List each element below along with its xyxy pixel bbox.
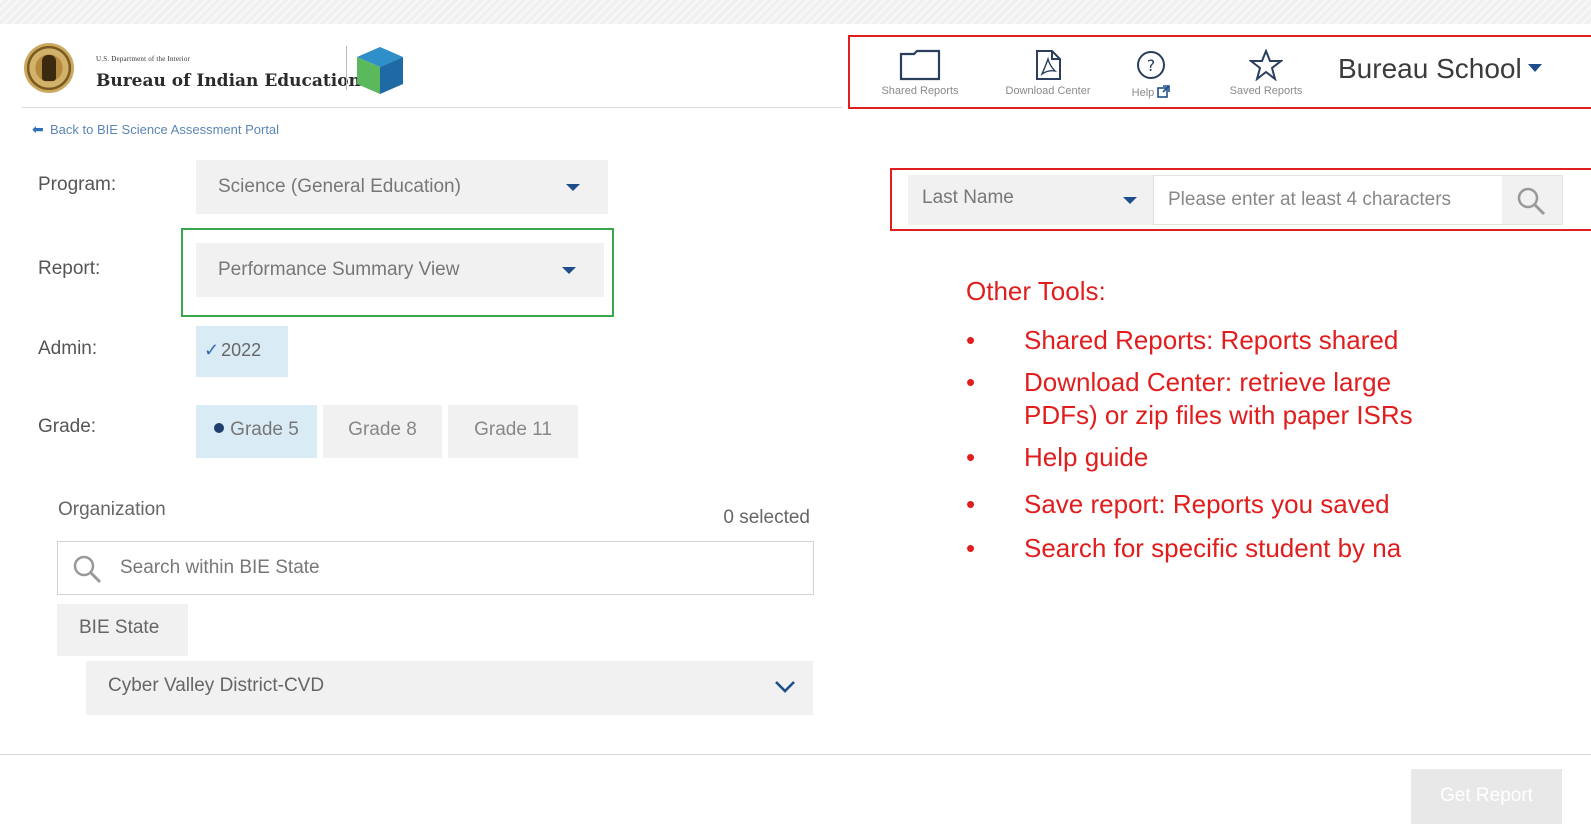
organization-selected-count: 0 selected <box>723 507 810 528</box>
grade-5-option[interactable]: Grade 5 <box>196 405 317 458</box>
grade-5-label: Grade 5 <box>230 419 299 440</box>
svg-text:?: ? <box>1147 56 1156 75</box>
grade-label: Grade: <box>38 416 97 437</box>
chevron-down-icon <box>775 681 795 693</box>
arrow-left-icon: ⬅ <box>32 121 44 137</box>
user-menu-label: Bureau School <box>1338 53 1522 84</box>
bureau-name: Bureau of Indian Education <box>96 71 361 91</box>
search-icon <box>1517 187 1546 216</box>
logo-divider <box>346 46 347 90</box>
footer-divider <box>0 754 1591 755</box>
annotation-item: Search for specific student by na <box>966 532 1591 565</box>
org-district-label: Cyber Valley District-CVD <box>108 675 325 696</box>
grade-8-option[interactable]: Grade 8 <box>323 405 442 458</box>
grade-8-label: Grade 8 <box>348 419 417 440</box>
header-logo-bar: U.S. Department of the Interior Bureau o… <box>22 38 842 108</box>
annotation-item: Shared Reports: Reports shared <box>966 324 1591 357</box>
saved-reports-label: Saved Reports <box>1229 85 1303 97</box>
saved-reports-button[interactable]: Saved Reports <box>1214 49 1318 97</box>
annotation-list: Shared Reports: Reports shared Download … <box>966 324 1591 565</box>
org-root-label: BIE State <box>79 617 160 638</box>
student-search-button[interactable] <box>1502 176 1562 224</box>
back-to-portal-link[interactable]: ⬅ Back to BIE Science Assessment Portal <box>32 121 279 138</box>
admin-label: Admin: <box>38 338 98 359</box>
annotation-item: Help guide <box>966 441 1591 474</box>
annotation-item-line: Download Center: retrieve large <box>1024 367 1392 397</box>
program-dropdown[interactable]: Science (General Education) <box>196 160 608 214</box>
help-circle-icon: ? <box>1137 51 1165 79</box>
organization-search-placeholder: Search within BIE State <box>120 557 320 578</box>
selected-dot-icon <box>214 423 225 433</box>
student-search-highlight-box: Last Name Please enter at least 4 charac… <box>890 168 1591 231</box>
bie-seal-logo <box>24 43 74 93</box>
annotation-item-line: PDFs) or zip files with paper ISRs <box>1024 400 1413 430</box>
external-link-icon <box>1157 85 1171 98</box>
student-search-placeholder: Please enter at least 4 characters <box>1168 189 1452 210</box>
annotation-item: Download Center: retrieve largePDFs) or … <box>966 366 1591 432</box>
org-tree-root-bie-state[interactable]: BIE State <box>57 604 188 656</box>
user-menu-dropdown[interactable]: Bureau School <box>1338 53 1542 85</box>
admin-value: 2022 <box>221 340 262 360</box>
expand-district-button[interactable] <box>756 661 813 715</box>
shared-reports-button[interactable]: Shared Reports <box>868 49 972 97</box>
grade-11-label: Grade 11 <box>474 419 552 440</box>
department-text: U.S. Department of the Interior <box>96 55 191 63</box>
help-button[interactable]: ? Help <box>1122 49 1180 99</box>
organization-search-input[interactable]: Search within BIE State <box>57 541 814 595</box>
program-value: Science (General Education) <box>218 176 461 197</box>
caret-down-icon <box>1123 197 1137 204</box>
get-report-button[interactable]: Get Report <box>1411 769 1562 824</box>
grade-11-option[interactable]: Grade 11 <box>448 405 578 458</box>
program-label: Program: <box>38 174 117 195</box>
cube-logo-icon <box>357 47 403 94</box>
top-pattern-strip <box>0 0 1591 24</box>
folder-icon <box>899 49 941 81</box>
pdf-file-icon <box>1036 50 1061 80</box>
caret-down-icon <box>1527 64 1542 72</box>
caret-down-icon <box>562 267 576 274</box>
search-icon <box>73 555 102 584</box>
report-label: Report: <box>38 258 101 279</box>
caret-down-icon <box>566 184 580 191</box>
shared-reports-label: Shared Reports <box>881 85 959 97</box>
student-search-input[interactable]: Please enter at least 4 characters <box>1153 175 1563 225</box>
back-link-label: Back to BIE Science Assessment Portal <box>50 122 280 137</box>
annotation-item: Save report: Reports you saved <box>966 488 1591 521</box>
report-value: Performance Summary View <box>218 259 460 280</box>
search-field-value: Last Name <box>922 187 1014 208</box>
report-dropdown[interactable]: Performance Summary View <box>196 243 604 297</box>
help-label: Help <box>1131 87 1155 99</box>
download-center-label: Download Center <box>1005 85 1091 97</box>
admin-2022-toggle[interactable]: ✓ 2022 <box>196 326 288 377</box>
star-icon <box>1249 49 1283 81</box>
annotation-heading: Other Tools: <box>966 276 1106 306</box>
checkmark-icon: ✓ <box>204 340 220 360</box>
toolbar-highlight-box: Shared Reports Download Center ? Help Sa… <box>848 35 1591 109</box>
organization-label: Organization <box>58 499 166 520</box>
org-tree-item-cyber-valley[interactable]: Cyber Valley District-CVD <box>86 661 756 715</box>
search-field-dropdown[interactable]: Last Name <box>908 175 1153 225</box>
download-center-button[interactable]: Download Center <box>988 49 1108 97</box>
